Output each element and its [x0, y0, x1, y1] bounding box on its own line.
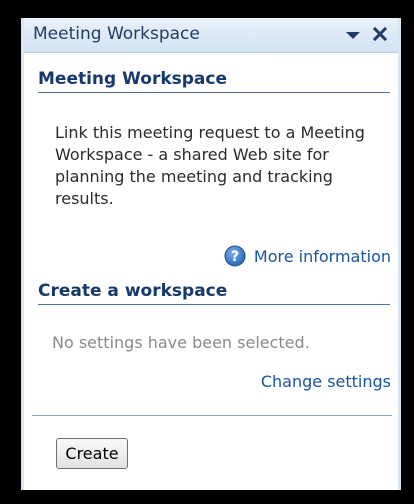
pane-title: Meeting Workspace: [33, 24, 200, 44]
help-icon: ?: [224, 245, 246, 267]
divider: [32, 415, 392, 416]
svg-text:?: ?: [231, 249, 239, 265]
meeting-workspace-header-label: Meeting Workspace: [38, 69, 228, 89]
meeting-workspace-header: Meeting Workspace: [38, 66, 390, 93]
chevron-down-icon[interactable]: [344, 27, 362, 43]
create-workspace-header: Create a workspace: [38, 278, 390, 305]
more-information-link[interactable]: ? More information: [224, 244, 391, 268]
settings-status-text: No settings have been selected.: [52, 333, 310, 352]
create-button[interactable]: Create: [56, 438, 128, 469]
more-information-label[interactable]: More information: [254, 247, 391, 266]
close-icon[interactable]: [370, 24, 390, 44]
pane-title-bar: Meeting Workspace: [24, 18, 398, 53]
meeting-workspace-pane: Meeting Workspace Meeting Workspace Link…: [21, 18, 401, 490]
meeting-workspace-description: Link this meeting request to a Meeting W…: [55, 123, 365, 208]
change-settings-link[interactable]: Change settings: [261, 372, 391, 391]
create-workspace-header-label: Create a workspace: [38, 281, 228, 301]
